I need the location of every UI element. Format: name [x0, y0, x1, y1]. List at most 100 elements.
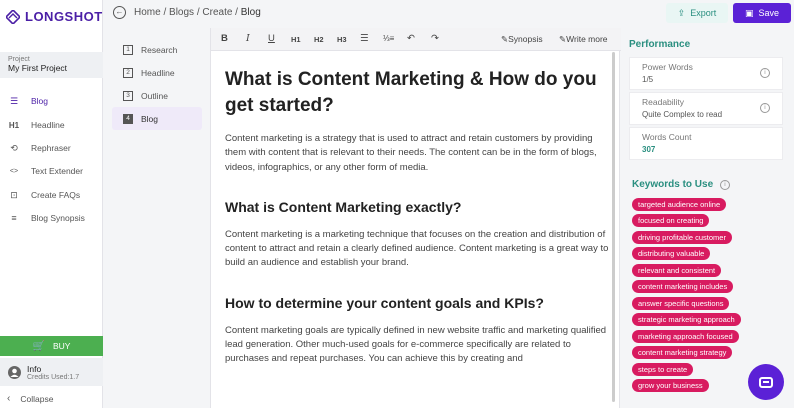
cart-icon: 🛒 — [32, 340, 45, 352]
sidebar: LONGSHOT Project My First Project ☰ Blog… — [0, 0, 103, 408]
keyword-chip[interactable]: answer specific questions — [632, 297, 730, 310]
logo[interactable]: LONGSHOT — [6, 9, 103, 24]
underline-button[interactable]: U — [268, 33, 275, 44]
step-outline[interactable]: 3 Outline — [112, 84, 202, 107]
step-blog[interactable]: 4 Blog — [112, 107, 202, 130]
avatar-icon — [8, 365, 21, 379]
save-label: Save — [758, 8, 780, 18]
metric-value: Quite Complex to read — [642, 110, 723, 119]
back-arrow-icon[interactable]: ← — [113, 6, 126, 19]
save-button[interactable]: ▣ Save — [733, 3, 791, 23]
metric-words-count: Words Count 307 — [629, 127, 783, 160]
sidebar-item-blog-synopsis[interactable]: ≡ Blog Synopsis — [0, 208, 103, 228]
brand-name: LONGSHOT — [25, 9, 103, 24]
undo-icon[interactable]: ↶ — [407, 33, 415, 44]
article-paragraph: Content marketing is a marketing techniq… — [225, 228, 609, 269]
keyword-chip[interactable]: relevant and consistent — [632, 264, 722, 277]
info-icon[interactable]: i — [720, 180, 730, 190]
sidebar-item-label: Rephraser — [31, 143, 71, 153]
breadcrumb-create[interactable]: Create — [202, 7, 232, 18]
collapse-label: Collapse — [20, 393, 54, 404]
heading2-button[interactable]: H2 — [314, 35, 324, 44]
synopsis-list-icon: ≡ — [11, 213, 17, 223]
keyword-chip[interactable]: content marketing strategy — [632, 346, 733, 359]
breadcrumb-home[interactable]: Home — [134, 7, 161, 18]
sidebar-item-text-extender[interactable]: <> Text Extender — [0, 161, 103, 181]
keyword-chip[interactable]: marketing approach focused — [632, 330, 739, 343]
breadcrumb-separator: / — [160, 7, 170, 18]
keyword-chip[interactable]: grow your business — [632, 379, 709, 392]
breadcrumb-current: Blog — [240, 7, 261, 18]
write-more-button[interactable]: ✎Write more — [559, 34, 608, 45]
chat-support-button[interactable] — [748, 364, 784, 400]
right-panel: Performance Power Words 1/5 i Readabilit… — [622, 28, 794, 408]
sidebar-item-label: Create FAQs — [31, 190, 81, 200]
credits-used: Credits Used:1.7 — [27, 373, 80, 381]
buy-label: BUY — [52, 341, 71, 351]
italic-button[interactable]: I — [246, 33, 250, 44]
project-selector[interactable]: Project My First Project — [0, 52, 103, 78]
code-brackets-icon: <> — [9, 167, 19, 175]
keyword-chip[interactable]: content marketing includes — [632, 280, 734, 293]
step-label: Outline — [141, 90, 168, 101]
step-number: 1 — [123, 44, 133, 55]
editor: B I U H1 H2 H3 ☰ ⅓≡ ↶ ↷ ✎Synopsis ✎Write… — [210, 28, 621, 408]
keyword-chip[interactable]: distributing valuable — [632, 247, 711, 260]
metric-power-words: Power Words 1/5 i — [629, 57, 783, 90]
step-label: Headline — [141, 67, 175, 78]
heading1-button[interactable]: H1 — [291, 35, 301, 44]
metric-value: 1/5 — [642, 75, 654, 84]
bullet-list-icon[interactable]: ☰ — [360, 33, 369, 44]
editor-scrollbar[interactable] — [612, 52, 615, 402]
sidebar-item-rephraser[interactable]: ⟲ Rephraser — [0, 138, 103, 158]
breadcrumb-blogs[interactable]: Blogs — [169, 7, 194, 18]
project-name: My First Project — [8, 63, 68, 73]
keyword-chip[interactable]: driving profitable customer — [632, 231, 732, 244]
metric-label: Readability — [642, 97, 685, 107]
metric-label: Words Count — [642, 132, 692, 142]
buy-button[interactable]: 🛒 BUY — [0, 336, 103, 356]
export-label: Export — [690, 8, 717, 18]
keyword-chip[interactable]: strategic marketing approach — [632, 313, 741, 326]
info-icon[interactable]: i — [760, 68, 770, 78]
top-bar: ← Home / Blogs / Create / Blog ⇪ Export … — [104, 0, 794, 28]
sidebar-item-headline[interactable]: H1 Headline — [0, 115, 103, 135]
bold-button[interactable]: B — [221, 33, 228, 44]
info-icon[interactable]: i — [760, 103, 770, 113]
info-title: Info — [27, 363, 42, 374]
keyword-chip[interactable]: focused on creating — [632, 214, 710, 227]
keywords-title: Keywords to Use — [632, 179, 714, 190]
sidebar-item-create-faqs[interactable]: ⊡ Create FAQs — [0, 185, 103, 205]
redo-icon[interactable]: ↷ — [431, 33, 439, 44]
heading3-button[interactable]: H3 — [337, 35, 347, 44]
sidebar-item-label: Text Extender — [31, 166, 83, 176]
longshot-logo-icon — [6, 9, 20, 24]
collapse-button[interactable]: ‹ Collapse — [7, 393, 53, 404]
headline-h1-icon: H1 — [8, 120, 20, 130]
keyword-chip[interactable]: targeted audience online — [632, 198, 727, 211]
editor-content[interactable]: What is Content Marketing & How do you g… — [225, 67, 611, 387]
article-paragraph: Content marketing is a strategy that is … — [225, 133, 597, 173]
sidebar-item-blog[interactable]: ☰ Blog — [0, 91, 103, 111]
article-paragraph: Content marketing goals are typically de… — [225, 324, 607, 365]
step-number: 3 — [123, 90, 133, 101]
step-number: 2 — [123, 67, 133, 78]
save-disk-icon: ▣ — [744, 7, 754, 18]
performance-title: Performance — [629, 39, 691, 50]
synopsis-label: Synopsis — [508, 34, 543, 44]
numbered-list-icon[interactable]: ⅓≡ — [383, 34, 394, 43]
chat-bubble-icon — [759, 376, 773, 388]
account-info[interactable]: Info Credits Used:1.7 — [0, 358, 103, 386]
step-list: 1 Research 2 Headline 3 Outline 4 Blog — [112, 38, 202, 130]
breadcrumb: Home / Blogs / Create / Blog — [134, 7, 261, 18]
export-button[interactable]: ⇪ Export — [666, 3, 728, 23]
metric-label: Power Words — [642, 62, 693, 72]
keyword-chip[interactable]: steps to create — [632, 363, 694, 376]
article-title: What is Content Marketing & How do you g… — [225, 69, 597, 116]
step-headline[interactable]: 2 Headline — [112, 61, 202, 84]
step-research[interactable]: 1 Research — [112, 38, 202, 61]
metric-readability: Readability Quite Complex to read i — [629, 92, 783, 125]
rephrase-icon: ⟲ — [10, 142, 18, 153]
synopsis-button[interactable]: ✎Synopsis — [501, 34, 543, 45]
editor-toolbar: B I U H1 H2 H3 ☰ ⅓≡ ↶ ↷ ✎Synopsis ✎Write… — [211, 28, 621, 51]
